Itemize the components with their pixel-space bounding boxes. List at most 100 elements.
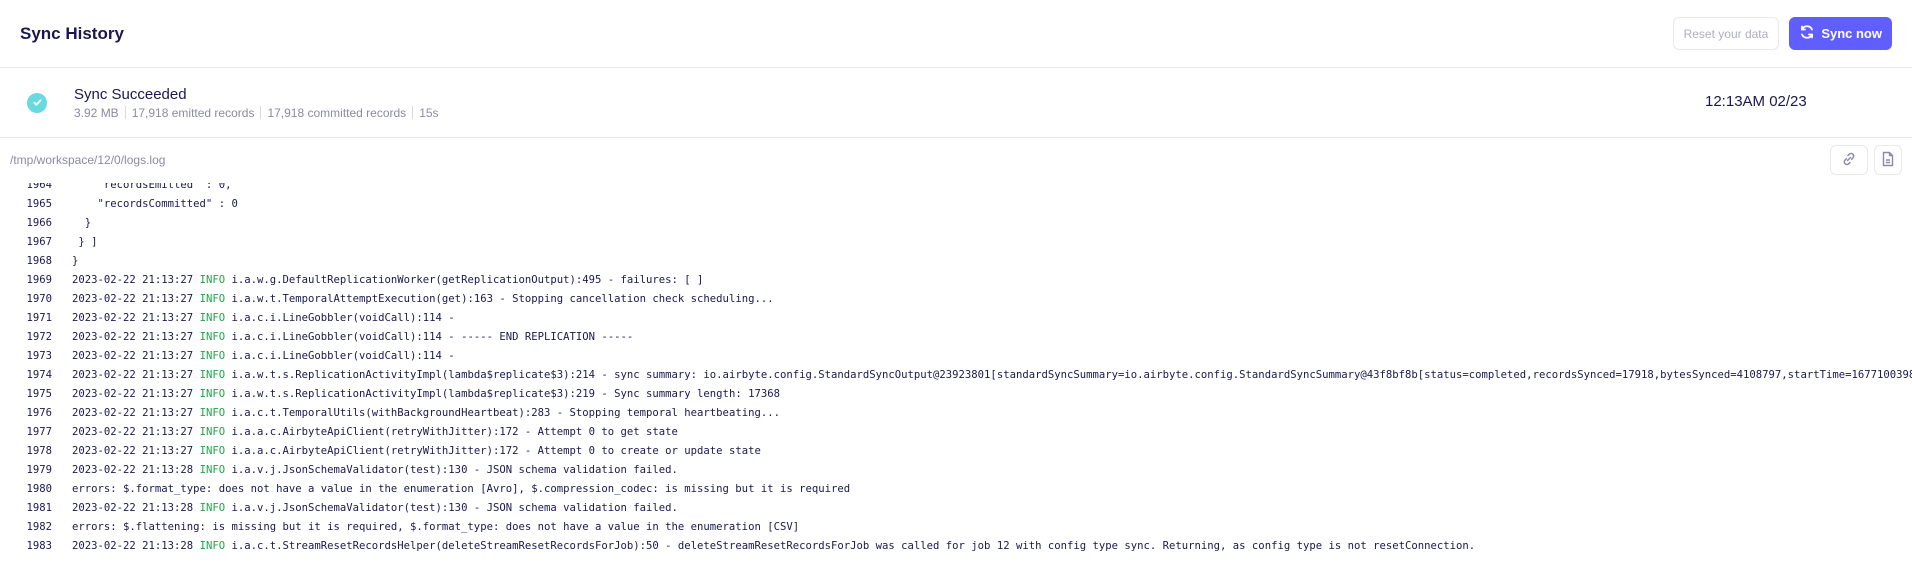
line-number: 1968 xyxy=(26,255,52,267)
log-level: INFO xyxy=(199,274,226,286)
log-line: 1968} xyxy=(0,252,1912,271)
log-message: i.a.w.t.TemporalAttemptExecution(get):16… xyxy=(225,293,774,305)
log-timestamp: 2023-02-22 21:13:27 xyxy=(72,388,200,400)
log-level: INFO xyxy=(199,407,226,419)
line-number: 1971 xyxy=(26,312,52,324)
line-number: 1973 xyxy=(26,350,52,362)
log-timestamp: 2023-02-22 21:13:27 xyxy=(72,369,200,381)
log-level: INFO xyxy=(199,312,226,324)
log-line: 1970 2023-02-22 21:13:27 INFO i.a.w.t.Tem… xyxy=(0,290,1912,309)
download-logs-button[interactable] xyxy=(1874,145,1902,175)
log-viewer[interactable]: 1964 "recordsEmitted" : 0, 1965 "recordsC… xyxy=(0,183,1912,579)
link-icon xyxy=(1841,151,1857,170)
status-meta: 3.92 MB 17,918 emitted records 17,918 co… xyxy=(74,106,439,120)
log-line: 1983 2023-02-22 21:13:28 INFO i.a.c.t.Str… xyxy=(0,537,1912,556)
log-line: 1973 2023-02-22 21:13:27 INFO i.a.c.i.Lin… xyxy=(0,347,1912,366)
log-actions xyxy=(1830,145,1902,175)
status-duration: 15s xyxy=(419,105,439,120)
log-line: 1969 2023-02-22 21:13:27 INFO i.a.w.g.Def… xyxy=(0,271,1912,290)
divider xyxy=(412,106,414,119)
line-number: 1969 xyxy=(26,274,52,286)
log-line: 1974 2023-02-22 21:13:27 INFO i.a.w.t.s.R… xyxy=(0,366,1912,385)
check-circle-icon xyxy=(27,92,47,113)
line-number: 1983 xyxy=(26,540,52,552)
log-line: 1982 errors: $.flattening: is missing but… xyxy=(0,518,1912,537)
log-line: 1981 2023-02-22 21:13:28 INFO i.a.v.j.Jso… xyxy=(0,499,1912,518)
line-number: 1978 xyxy=(26,445,52,457)
log-timestamp: 2023-02-22 21:13:28 xyxy=(72,464,200,476)
log-toolbar: /tmp/workspace/12/0/logs.log xyxy=(0,138,1912,182)
log-lines: 1964 "recordsEmitted" : 0, 1965 "recordsC… xyxy=(0,183,1912,556)
log-level: INFO xyxy=(199,502,226,514)
log-message: i.a.c.t.TemporalUtils(withBackgroundHear… xyxy=(225,407,780,419)
line-number: 1964 xyxy=(26,183,52,191)
line-number: 1966 xyxy=(26,217,52,229)
log-message: i.a.v.j.JsonSchemaValidator(test):130 - … xyxy=(225,464,678,476)
line-number: 1967 xyxy=(26,236,52,248)
reset-data-button[interactable]: Reset your data xyxy=(1672,17,1780,50)
line-number: 1982 xyxy=(26,521,52,533)
line-number: 1975 xyxy=(26,388,52,400)
log-message: i.a.c.t.StreamResetRecordsHelper(deleteS… xyxy=(225,540,1476,552)
log-message: i.a.c.i.LineGobbler(voidCall):114 - ----… xyxy=(225,331,634,343)
line-number: 1976 xyxy=(26,407,52,419)
line-number: 1980 xyxy=(26,483,52,495)
log-message: } xyxy=(72,255,79,267)
log-level: INFO xyxy=(199,293,226,305)
log-timestamp: 2023-02-22 21:13:27 xyxy=(72,274,200,286)
log-timestamp: 2023-02-22 21:13:28 xyxy=(72,502,200,514)
log-timestamp: 2023-02-22 21:13:27 xyxy=(72,407,200,419)
divider xyxy=(124,106,126,119)
log-message: "recordsEmitted" : 0, xyxy=(72,183,232,191)
log-line: 1971 2023-02-22 21:13:27 INFO i.a.c.i.Lin… xyxy=(0,309,1912,328)
log-message: i.a.w.t.s.ReplicationActivityImpl(lambda… xyxy=(225,369,1912,381)
refresh-icon xyxy=(1799,24,1815,43)
log-message: i.a.w.t.s.ReplicationActivityImpl(lambda… xyxy=(225,388,780,400)
log-message: "recordsCommitted" : 0 xyxy=(72,198,238,210)
line-number: 1977 xyxy=(26,426,52,438)
log-level: INFO xyxy=(199,426,226,438)
page-header: Sync History Reset your data Sync now xyxy=(0,0,1912,68)
log-timestamp: 2023-02-22 21:13:27 xyxy=(72,312,200,324)
sync-status-row[interactable]: Sync Succeeded 3.92 MB 17,918 emitted re… xyxy=(0,68,1912,138)
log-timestamp: 2023-02-22 21:13:27 xyxy=(72,445,200,457)
status-committed: 17,918 committed records xyxy=(267,105,407,120)
log-timestamp: 2023-02-22 21:13:27 xyxy=(72,350,200,362)
status-size: 3.92 MB xyxy=(74,105,119,120)
log-message: errors: $.flattening: is missing but it … xyxy=(72,521,800,533)
log-level: INFO xyxy=(199,445,226,457)
log-line: 1980 errors: $.format_type: does not have… xyxy=(0,480,1912,499)
sync-now-label: Sync now xyxy=(1821,26,1882,41)
log-line: 1966 } xyxy=(0,214,1912,233)
log-level: INFO xyxy=(199,331,226,343)
line-number: 1974 xyxy=(26,369,52,381)
header-actions: Reset your data Sync now xyxy=(1672,17,1892,50)
log-message: } xyxy=(72,217,92,229)
log-level: INFO xyxy=(199,350,226,362)
log-message: i.a.a.c.AirbyteApiClient(retryWithJitter… xyxy=(225,445,761,457)
log-message: i.a.v.j.JsonSchemaValidator(test):130 - … xyxy=(225,502,678,514)
copy-link-button[interactable] xyxy=(1830,145,1868,175)
status-text: Sync Succeeded 3.92 MB 17,918 emitted re… xyxy=(74,86,439,120)
log-line: 1967 } ] xyxy=(0,233,1912,252)
status-time: 12:13AM 02/23 xyxy=(1705,93,1807,110)
log-message: i.a.w.g.DefaultReplicationWorker(getRepl… xyxy=(225,274,704,286)
log-message: i.a.a.c.AirbyteApiClient(retryWithJitter… xyxy=(225,426,678,438)
log-level: INFO xyxy=(199,388,226,400)
log-line: 1975 2023-02-22 21:13:27 INFO i.a.w.t.s.R… xyxy=(0,385,1912,404)
log-message: i.a.c.i.LineGobbler(voidCall):114 - xyxy=(225,312,455,324)
status-title: Sync Succeeded xyxy=(74,85,187,103)
file-download-icon xyxy=(1881,151,1895,170)
line-number: 1965 xyxy=(26,198,52,210)
log-line: 1964 "recordsEmitted" : 0, xyxy=(0,183,1912,195)
log-timestamp: 2023-02-22 21:13:28 xyxy=(72,540,200,552)
log-level: INFO xyxy=(199,369,226,381)
line-number: 1972 xyxy=(26,331,52,343)
line-number: 1970 xyxy=(26,293,52,305)
status-emitted: 17,918 emitted records xyxy=(131,105,255,120)
log-timestamp: 2023-02-22 21:13:27 xyxy=(72,426,200,438)
line-number: 1979 xyxy=(26,464,52,476)
sync-now-button[interactable]: Sync now xyxy=(1789,17,1892,50)
page-title: Sync History xyxy=(20,23,124,43)
log-timestamp: 2023-02-22 21:13:27 xyxy=(72,293,200,305)
